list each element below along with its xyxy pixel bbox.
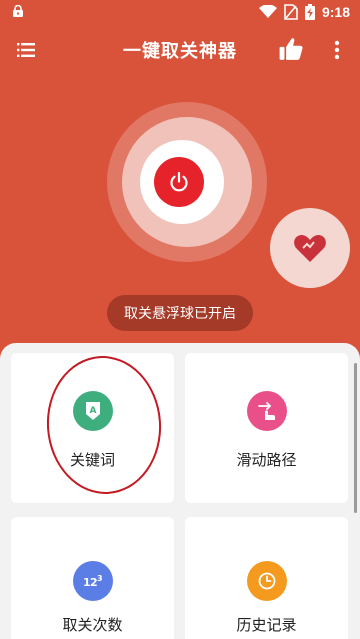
- scrollbar[interactable]: [354, 363, 357, 513]
- thumbs-up-icon[interactable]: [278, 36, 304, 62]
- card-swipe-path[interactable]: 滑动路径: [185, 353, 348, 503]
- battery-charging-icon: [304, 4, 315, 20]
- power-icon: [170, 171, 188, 192]
- clock-icon: [247, 561, 287, 601]
- card-label: 历史记录: [236, 616, 297, 634]
- swipe-gesture-icon: [247, 391, 287, 431]
- heart-icon: [294, 235, 326, 262]
- status-time: 9:18: [321, 4, 350, 20]
- status-badge: 取关悬浮球已开启: [107, 295, 253, 331]
- svg-text:A: A: [90, 406, 97, 416]
- card-label: 关键词: [69, 451, 115, 469]
- card-label: 取关次数: [62, 616, 123, 634]
- card-label: 滑动路径: [236, 451, 297, 469]
- app-bar: 一键取关神器: [0, 24, 360, 76]
- lock-icon: [13, 5, 23, 17]
- wifi-icon: [258, 5, 277, 18]
- card-unfollow-count[interactable]: 1 2 3 取关次数: [11, 517, 174, 639]
- more-vert-icon[interactable]: [332, 38, 342, 62]
- heart-button[interactable]: [270, 208, 350, 288]
- feature-panel: A 关键词 滑动路径 1 2 3 取关次数 历史记录: [0, 343, 360, 639]
- page-title: 一键取关神器: [123, 41, 237, 62]
- svg-text:3: 3: [97, 574, 103, 583]
- power-button[interactable]: [154, 157, 204, 207]
- card-keywords[interactable]: A 关键词: [11, 353, 174, 503]
- numbers-123-icon: 1 2 3: [73, 561, 113, 601]
- no-sim-icon: [284, 4, 298, 20]
- keyword-tag-icon: A: [73, 391, 113, 431]
- status-bar: 9:18: [0, 0, 360, 24]
- card-history[interactable]: 历史记录: [185, 517, 348, 639]
